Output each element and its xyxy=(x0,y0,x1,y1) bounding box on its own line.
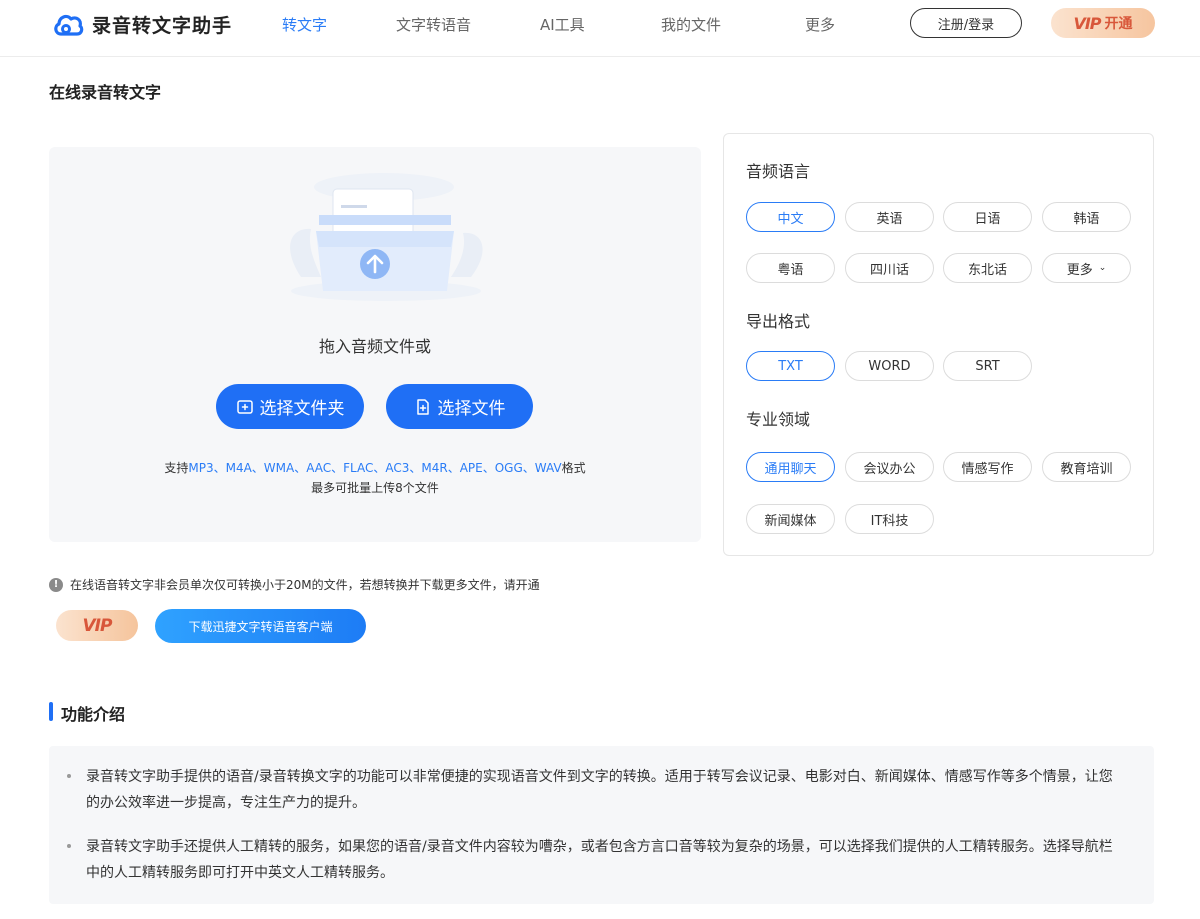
language-more-dropdown[interactable]: 更多 ⌄ xyxy=(1042,253,1131,283)
feature-paragraph-1: 录音转文字助手提供的语音/录音转换文字的功能可以非常便捷的实现语音文件到文字的转… xyxy=(86,769,1113,811)
bullet-dot xyxy=(67,844,71,848)
domain-chip-education[interactable]: 教育培训 xyxy=(1042,452,1131,482)
select-file-button[interactable]: 选择文件 xyxy=(386,384,533,429)
vip-open-label: 开通 xyxy=(1104,16,1133,32)
drag-drop-hint: 拖入音频文件或 xyxy=(318,337,431,356)
vip-open-button[interactable]: VIP 开通 xyxy=(1051,8,1155,38)
app-name: 录音转文字助手 xyxy=(92,15,233,37)
language-chip-cantonese[interactable]: 粤语 xyxy=(746,253,835,283)
login-button[interactable]: 注册/登录 xyxy=(910,8,1022,38)
download-client-button[interactable]: 下载迅捷文字转语音客户端 xyxy=(155,609,366,643)
batch-limit-text: 最多可批量上传8个文件 xyxy=(311,481,439,495)
supported-formats: 支持MP3、M4A、WMA、AAC、FLAC、AC3、M4R、APE、OGG、W… xyxy=(49,459,701,476)
language-chip-korean[interactable]: 韩语 xyxy=(1042,202,1131,232)
select-file-label: 选择文件 xyxy=(437,399,506,419)
section-accent-bar xyxy=(49,702,53,721)
support-prefix: 支持 xyxy=(164,461,189,475)
folder-plus-icon xyxy=(236,399,253,414)
domain-chip-general-chat[interactable]: 通用聊天 xyxy=(746,452,835,482)
page-title: 在线录音转文字 xyxy=(49,83,162,102)
select-folder-label: 选择文件夹 xyxy=(259,399,345,419)
upload-dropzone[interactable]: 拖入音频文件或 选择文件夹 选择文件 支持MP3、M4A、WMA、AAC、FLA… xyxy=(49,147,701,542)
domain-chip-emotional-writing[interactable]: 情感写作 xyxy=(943,452,1032,482)
features-title: 功能介绍 xyxy=(61,705,126,724)
nav-item-ai-tools[interactable]: AI工具 xyxy=(540,14,585,35)
language-chip-chinese[interactable]: 中文 xyxy=(746,202,835,232)
nav-item-text-to-speech[interactable]: 文字转语音 xyxy=(396,14,471,35)
exclamation-icon: ! xyxy=(49,577,63,592)
feature-paragraph-2: 录音转文字助手还提供人工精转的服务，如果您的语音/录音文件内容较为嘈杂，或者包含… xyxy=(86,839,1113,881)
language-chip-sichuanese[interactable]: 四川话 xyxy=(845,253,934,283)
nav-item-speech-to-text[interactable]: 转文字 xyxy=(282,14,327,35)
vip-badge-text: VIP xyxy=(1073,13,1101,33)
vip-button[interactable]: VIP xyxy=(56,610,138,641)
language-chip-northeastern[interactable]: 东北话 xyxy=(943,253,1032,283)
bullet-dot xyxy=(67,774,71,778)
domain-chip-meeting[interactable]: 会议办公 xyxy=(845,452,934,482)
support-suffix: 格式 xyxy=(561,461,586,475)
support-format-list: MP3、M4A、WMA、AAC、FLAC、AC3、M4R、APE、OGG、WAV xyxy=(188,461,562,475)
nav-item-more[interactable]: 更多 xyxy=(805,14,835,35)
features-description-box: 录音转文字助手提供的语音/录音转换文字的功能可以非常便捷的实现语音文件到文字的转… xyxy=(49,746,1154,904)
domain-chip-news-media[interactable]: 新闻媒体 xyxy=(746,504,835,534)
format-chip-srt[interactable]: SRT xyxy=(943,351,1032,381)
cloud-logo-icon xyxy=(54,14,84,36)
language-chip-english[interactable]: 英语 xyxy=(845,202,934,232)
upload-folder-illustration xyxy=(290,173,483,301)
chevron-down-icon: ⌄ xyxy=(1098,263,1107,273)
top-header: 录音转文字助手 转文字 文字转语音 AI工具 我的文件 更多 注册/登录 VIP… xyxy=(0,0,1200,57)
conversion-options-panel: 音频语言 中文 英语 日语 韩语 粤语 四川话 东北话 更多 ⌄ 导出格式 TX… xyxy=(723,133,1154,556)
size-limit-notice: ! 在线语音转文字非会员单次仅可转换小于20M的文件，若想转换并下载更多文件，请… xyxy=(49,576,540,593)
language-chip-japanese[interactable]: 日语 xyxy=(943,202,1032,232)
domain-chip-it-tech[interactable]: IT科技 xyxy=(845,504,934,534)
nav-item-my-files[interactable]: 我的文件 xyxy=(661,14,721,35)
vip-badge-text: VIP xyxy=(82,615,113,636)
format-chip-word[interactable]: WORD xyxy=(845,351,934,381)
domain-title: 专业领域 xyxy=(746,410,811,429)
format-chip-txt[interactable]: TXT xyxy=(746,351,835,381)
size-limit-notice-text: 在线语音转文字非会员单次仅可转换小于20M的文件，若想转换并下载更多文件，请开通 xyxy=(70,578,540,592)
language-more-label: 更多 xyxy=(1066,262,1093,278)
export-format-title: 导出格式 xyxy=(746,312,811,331)
audio-language-title: 音频语言 xyxy=(746,162,811,181)
file-plus-icon xyxy=(416,398,429,415)
select-folder-button[interactable]: 选择文件夹 xyxy=(216,384,364,429)
logo[interactable]: 录音转文字助手 xyxy=(52,11,232,38)
